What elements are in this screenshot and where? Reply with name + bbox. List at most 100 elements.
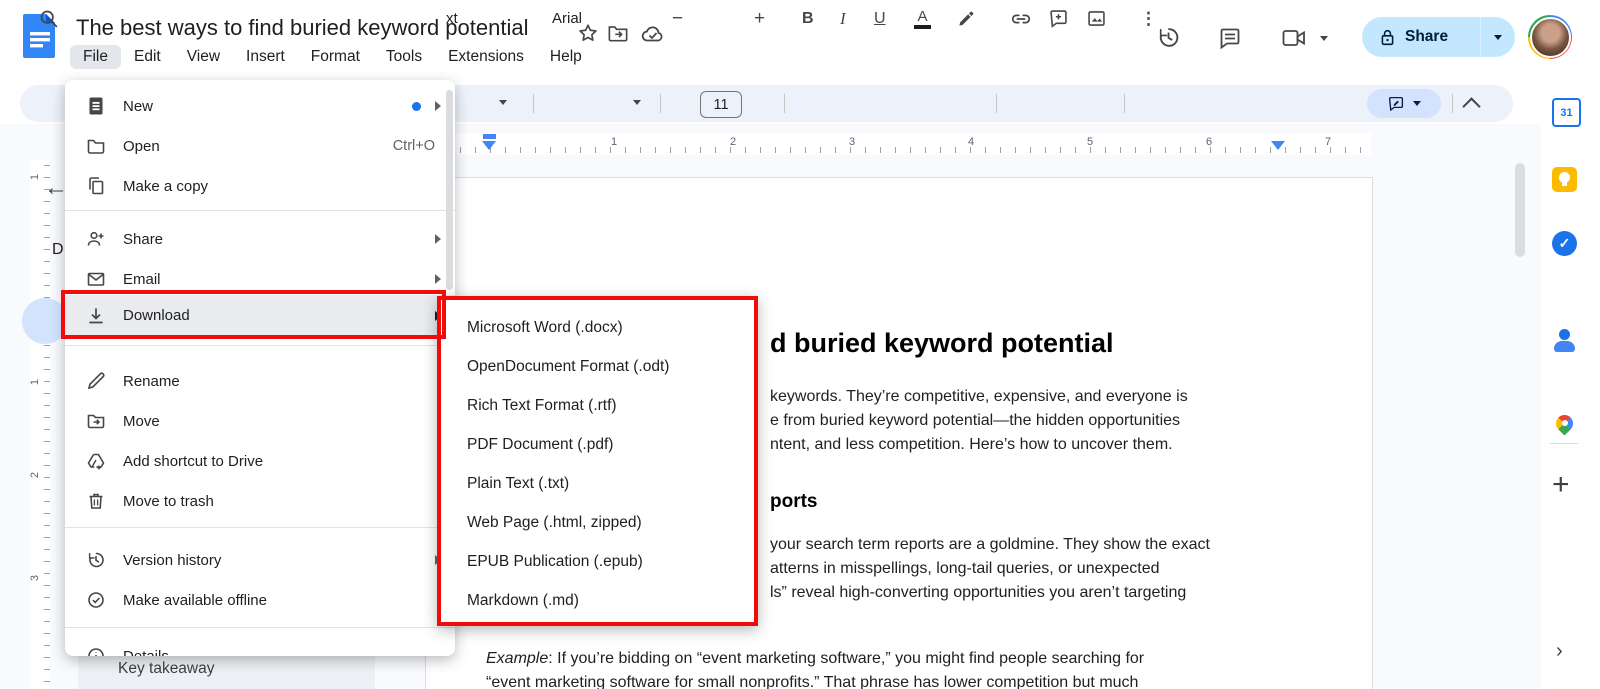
horizontal-ruler-ticks [430, 147, 1371, 153]
menu-tools[interactable]: Tools [373, 45, 435, 69]
menu-item-make-available-offline[interactable]: Make available offline [65, 580, 455, 620]
comment-icon[interactable] [1218, 26, 1242, 50]
ruler-number: 6 [1206, 136, 1213, 148]
menu-item-make-a-copy[interactable]: Make a copy [65, 166, 455, 206]
menu-item-move[interactable]: Move [65, 401, 455, 441]
share-button[interactable]: Share [1362, 28, 1480, 47]
submenu-item-md[interactable]: Markdown (.md) [467, 581, 579, 620]
menu-format[interactable]: Format [298, 45, 373, 69]
chevron-down-icon [1413, 101, 1421, 106]
lock-icon [1379, 28, 1396, 47]
share-dropdown-button[interactable] [1481, 34, 1515, 40]
ruler-number: 5 [1087, 136, 1094, 148]
cloud-saved-icon[interactable] [641, 24, 665, 44]
right-indent-marker[interactable] [1271, 141, 1285, 150]
hide-side-panel-button[interactable]: › [1556, 640, 1563, 663]
document-scrollbar[interactable] [1515, 163, 1525, 257]
hide-menus-button[interactable] [1462, 95, 1481, 116]
bold-button[interactable]: B [802, 0, 814, 37]
ruler-number: 7 [1325, 136, 1332, 148]
text-color-button[interactable]: A [914, 0, 931, 37]
account-avatar[interactable] [1528, 15, 1572, 59]
move-folder-icon [86, 411, 106, 431]
ruler-number: 1 [29, 378, 42, 386]
toolbar-divider [1452, 94, 1453, 113]
doc-example-line: Example: If you’re bidding on “event mar… [486, 650, 1145, 667]
video-call-dropdown-icon[interactable] [1320, 36, 1328, 41]
increase-font-size-button[interactable]: + [754, 0, 765, 37]
google-docs-window: 1 2 3 4 5 6 7 1 1 2 3 d buried keyword p… [0, 0, 1600, 689]
google-contacts-icon[interactable] [1552, 328, 1577, 353]
file-menu: New Open Ctrl+O Make a copy Share Email … [65, 80, 455, 656]
underline-button[interactable]: U [874, 0, 886, 37]
insert-image-button[interactable] [1086, 0, 1107, 37]
font-size-input[interactable]: 11 [700, 91, 742, 118]
decrease-font-size-button[interactable]: − [672, 0, 683, 37]
indent-marker-bar[interactable] [483, 134, 496, 139]
shortcut-label: Ctrl+O [392, 138, 435, 154]
doc-heading-1: d buried keyword potential [770, 328, 1114, 358]
submenu-item-docx[interactable]: Microsoft Word (.docx) [467, 308, 623, 347]
vertical-ruler-ticks [44, 165, 50, 689]
outline-partial-text: D [52, 241, 64, 258]
more-toolbar-options-button[interactable]: ⋮ [1140, 0, 1157, 37]
menu-divider [65, 210, 455, 211]
google-tasks-icon[interactable]: ✓ [1552, 231, 1577, 256]
menu-help[interactable]: Help [537, 45, 595, 69]
submenu-arrow-icon [435, 274, 441, 284]
document-title[interactable]: The best ways to find buried keyword pot… [76, 15, 528, 41]
menu-edit[interactable]: Edit [121, 45, 174, 69]
submenu-item-html[interactable]: Web Page (.html, zipped) [467, 503, 642, 542]
menu-item-rename[interactable]: Rename [65, 361, 455, 401]
menu-divider [65, 345, 455, 346]
doc-heading-2: ports [770, 491, 818, 512]
highlight-color-button[interactable] [956, 0, 976, 37]
chevron-down-icon[interactable] [499, 100, 507, 105]
menu-item-move-to-trash[interactable]: Move to trash [65, 481, 455, 521]
submenu-item-rtf[interactable]: Rich Text Format (.rtf) [467, 386, 617, 425]
text-color-swatch [914, 24, 931, 29]
submenu-item-epub[interactable]: EPUB Publication (.epub) [467, 542, 643, 581]
left-indent-marker[interactable] [482, 141, 496, 150]
move-folder-icon[interactable] [607, 23, 629, 43]
avatar-photo [1529, 16, 1571, 58]
menu-extensions[interactable]: Extensions [435, 45, 537, 69]
version-history-icon[interactable] [1156, 25, 1181, 50]
menu-view[interactable]: View [174, 45, 233, 69]
menu-item-open[interactable]: Open Ctrl+O [65, 126, 455, 166]
menu-file[interactable]: File [70, 44, 121, 69]
submenu-item-txt[interactable]: Plain Text (.txt) [467, 464, 569, 503]
share-button-label: Share [1405, 28, 1449, 45]
chevron-down-icon[interactable] [633, 100, 641, 105]
get-addons-button[interactable]: + [1552, 468, 1570, 502]
menu-insert[interactable]: Insert [233, 45, 298, 69]
font-family-dropdown[interactable]: Arial [552, 0, 582, 37]
menu-scrollbar[interactable] [446, 90, 453, 290]
editing-mode-dropdown[interactable] [1367, 89, 1441, 118]
insert-link-button[interactable] [1010, 0, 1032, 37]
menu-item-details[interactable]: Details [65, 636, 455, 656]
doc-example-label: Example [486, 650, 549, 667]
submenu-item-pdf[interactable]: PDF Document (.pdf) [467, 425, 613, 464]
version-history-icon [86, 550, 106, 570]
menubar: File Edit View Insert Format Tools Exten… [70, 43, 595, 70]
add-comment-button[interactable] [1048, 0, 1069, 37]
copy-icon [86, 176, 106, 196]
google-keep-icon[interactable] [1552, 167, 1577, 192]
menu-item-new[interactable]: New [65, 86, 455, 126]
google-calendar-icon[interactable]: 31 [1552, 98, 1581, 127]
search-menus-button[interactable] [38, 0, 59, 37]
doc-paragraph-line: e from buried keyword potential—the hidd… [770, 412, 1181, 429]
ruler-number: 2 [730, 136, 737, 148]
menu-item-share[interactable]: Share [65, 219, 455, 259]
google-maps-icon[interactable] [1552, 414, 1577, 439]
info-icon [86, 646, 106, 656]
submenu-arrow-icon [435, 101, 441, 111]
submenu-item-odt[interactable]: OpenDocument Format (.odt) [467, 347, 669, 386]
video-call-icon[interactable] [1281, 28, 1307, 48]
paragraph-style-dropdown[interactable]: xt [446, 0, 458, 37]
drive-shortcut-icon [86, 451, 106, 471]
menu-item-version-history[interactable]: Version history [65, 540, 455, 580]
italic-button[interactable]: I [840, 0, 846, 37]
menu-item-add-shortcut-to-drive[interactable]: Add shortcut to Drive [65, 441, 455, 481]
